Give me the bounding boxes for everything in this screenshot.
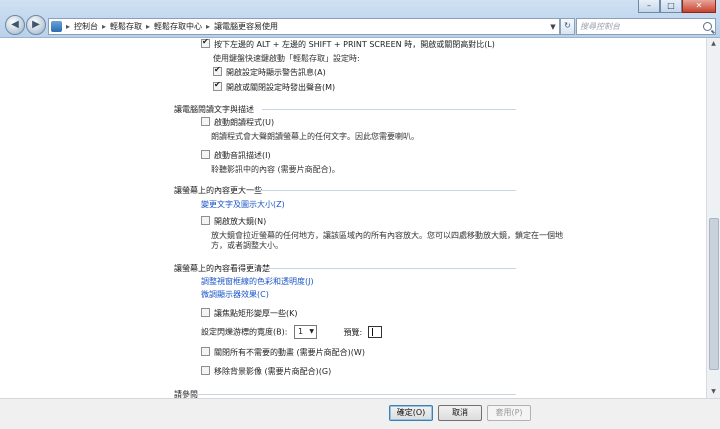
dialog-footer: 確定(O) 取消 套用(P) [0,398,720,429]
cursor-width-value: 1 [297,327,304,336]
back-button[interactable]: ◀ [5,15,25,35]
breadcrumb-control-panel[interactable]: 控制台 [71,21,101,32]
scroll-up-icon[interactable]: ▲ [707,38,720,50]
scrollbar-thumb[interactable] [709,218,719,370]
search-box[interactable]: 搜尋控制台 [576,18,716,35]
scroll-down-icon[interactable]: ▼ [707,386,720,398]
audio-description-label: 啟動音訊描述(I) [214,151,271,160]
magnifier-description-cont: 方，或者調整大小。 [211,241,283,250]
high-contrast-checkbox[interactable] [201,38,210,48]
background-images-option[interactable]: 移除背景影像 (需要片商配合)(G) [201,366,331,377]
high-contrast-label: 按下左邊的 ALT + 左邊的 SHIFT + PRINT SCREEN 時，開… [214,40,495,49]
play-sound-checkbox[interactable] [213,80,222,91]
change-text-size-link[interactable]: 變更文字及圖示大小(Z) [201,199,285,210]
search-placeholder[interactable]: 搜尋控制台 [577,21,620,32]
magnifier-option[interactable]: 開啟放大鏡(N) [201,216,266,227]
cursor-width-dropdown[interactable]: 1 ▼ [293,325,317,339]
vertical-scrollbar[interactable]: ▲ ▼ [706,38,720,398]
show-warning-checkbox[interactable] [213,65,222,76]
narrator-option[interactable]: 啟動朗讀程式(U) [201,117,274,128]
section-divider [250,190,516,191]
cursor-width-label: 設定閃爍游標的寬度(B): [201,327,288,337]
preview-label: 預覽: [343,327,363,337]
shortcut-settings-label: 使用鍵盤快速鍵啟動「輕鬆存取」設定時: [213,54,360,63]
close-button[interactable]: ✕ [682,0,716,13]
focus-rectangle-checkbox[interactable] [201,308,210,317]
animations-option[interactable]: 關閉所有不需要的動畫 (需要片商配合)(W) [201,347,365,358]
search-icon[interactable] [703,22,712,31]
window-chrome: – □ ✕ ◀ ▶ ▸ 控制台 ▸ 輕鬆存取 ▸ 輕鬆存取中心 ▸ 讓電腦更容易… [0,0,720,38]
magnifier-checkbox[interactable] [201,216,210,225]
ok-button[interactable]: 確定(O) [389,405,433,421]
settings-content: 按下左邊的 ALT + 左邊的 SHIFT + PRINT SCREEN 時，開… [0,38,706,398]
window-controls: – □ ✕ [638,0,716,13]
apply-button[interactable]: 套用(P) [487,405,531,421]
show-warning-label: 開啟設定時顯示警告訊息(A) [226,68,326,77]
play-sound-label: 開啟或關閉設定時發出聲音(M) [226,83,336,92]
section-header-read-text: 讓電腦閱讀文字與描述 [174,105,254,114]
magnifier-label: 開啟放大鏡(N) [214,217,267,226]
audio-description-checkbox[interactable] [201,150,210,159]
narrator-label: 啟動朗讀程式(U) [214,118,275,127]
breadcrumb-current-page[interactable]: 讓電腦更容易使用 [211,21,281,32]
color-transparency-link[interactable]: 調整視窗框線的色彩和透明度(J) [201,276,314,287]
background-images-label: 移除背景影像 (需要片商配合)(G) [214,367,332,376]
address-bar[interactable]: ▸ 控制台 ▸ 輕鬆存取 ▸ 輕鬆存取中心 ▸ 讓電腦更容易使用 ▼ [48,18,560,35]
animations-checkbox[interactable] [201,347,210,356]
maximize-button[interactable]: □ [660,0,682,13]
section-header-see-also: 請參閱 [174,390,198,398]
control-panel-window: – □ ✕ ◀ ▶ ▸ 控制台 ▸ 輕鬆存取 ▸ 輕鬆存取中心 ▸ 讓電腦更容易… [0,0,720,429]
high-contrast-option[interactable]: 按下左邊的 ALT + 左邊的 SHIFT + PRINT SCREEN 時，開… [201,38,495,50]
narrator-checkbox[interactable] [201,117,210,126]
cursor-preview [367,326,382,338]
refresh-button[interactable]: ↻ [560,18,575,35]
cursor-width-row: 設定閃爍游標的寬度(B): 1 ▼ 預覽: [201,325,382,339]
play-sound-option[interactable]: 開啟或關閉設定時發出聲音(M) [213,80,336,93]
breadcrumb-ease-of-access[interactable]: 輕鬆存取 [107,21,145,32]
chevron-down-icon: ▼ [309,328,314,335]
breadcrumb-ease-of-access-center[interactable]: 輕鬆存取中心 [151,21,205,32]
background-images-checkbox[interactable] [201,366,210,375]
audio-description-option[interactable]: 啟動音訊描述(I) [201,150,271,161]
show-warning-option[interactable]: 開啟設定時顯示警告訊息(A) [213,65,326,78]
fine-tune-display-link[interactable]: 微調顯示器效果(C) [201,289,269,300]
cancel-button[interactable]: 取消 [438,405,482,421]
control-panel-icon [51,21,62,32]
audio-description-desc: 聆聽影訊中的內容 (需要片商配合)。 [211,165,340,174]
address-dropdown-icon[interactable]: ▼ [547,23,559,31]
section-divider [262,268,516,269]
focus-rectangle-label: 讓焦點矩形變厚一些(K) [214,309,298,318]
forward-button[interactable]: ▶ [26,15,46,35]
narrator-description: 朗讀程式會大聲朗讀螢幕上的任何文字。因此您需要喇叭。 [211,132,419,141]
section-divider [196,394,516,395]
section-header-easier: 讓螢幕上的內容看得更清楚 [174,264,270,273]
animations-label: 關閉所有不需要的動畫 (需要片商配合)(W) [214,348,365,357]
focus-rectangle-option[interactable]: 讓焦點矩形變厚一些(K) [201,308,298,319]
section-divider [262,109,516,110]
section-header-bigger: 讓螢幕上的內容更大一些 [174,186,262,195]
minimize-button[interactable]: – [638,0,660,13]
